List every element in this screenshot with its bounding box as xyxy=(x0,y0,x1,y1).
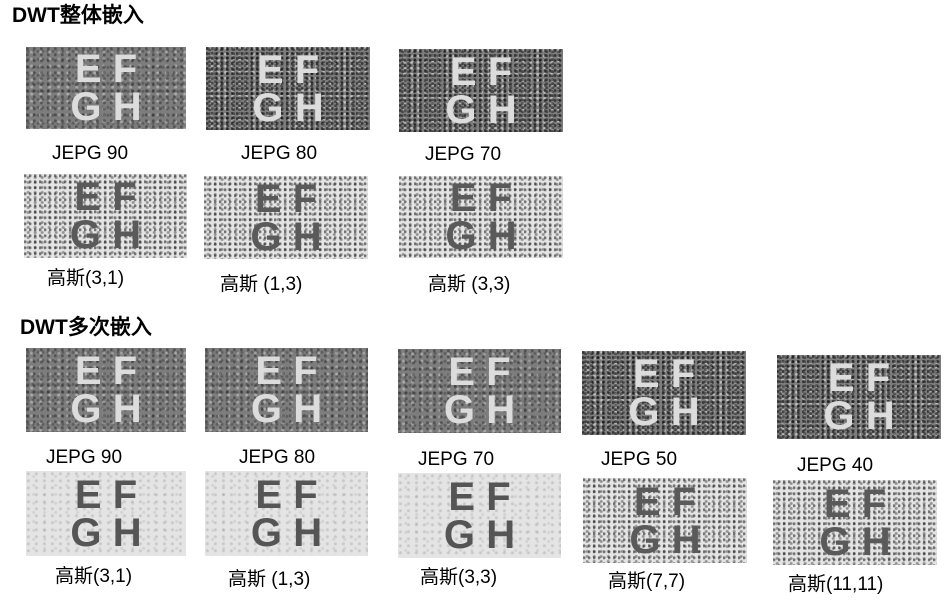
watermark-letters: EF GH xyxy=(250,176,333,259)
caption-gauss-3-1: 高斯(3,1) xyxy=(55,566,133,587)
watermark-image-gauss-3-3: EF GH xyxy=(398,473,561,558)
watermark-letters: EF GH xyxy=(819,481,902,564)
watermark-letters: EF GH xyxy=(70,472,153,555)
watermark-letters: EF GH xyxy=(628,352,711,434)
section-title-whole-embedding: DWT整体嵌入 xyxy=(12,4,144,27)
caption-gauss-1-3: 高斯 (1,3) xyxy=(220,274,303,295)
caption-jpeg-70: JEPG 70 xyxy=(425,144,502,165)
caption-jpeg-80: JEPG 80 xyxy=(241,143,318,164)
caption-jpeg-90: JEPG 90 xyxy=(46,447,123,468)
caption-gauss-7-7: 高斯(7,7) xyxy=(608,571,686,592)
watermark-letters: EF GH xyxy=(250,472,334,555)
watermark-letters: EF GH xyxy=(443,474,527,557)
watermark-image-jpeg-90: EF GH xyxy=(26,47,186,129)
caption-gauss-3-3: 高斯(3,3) xyxy=(420,567,498,588)
watermark-image-gauss-1-3: EF GH xyxy=(204,176,368,259)
watermark-image-jpeg-70: EF GH xyxy=(398,349,561,433)
section-title-multiple-embedding: DWT多次嵌入 xyxy=(20,316,152,339)
caption-gauss-3-3: 高斯 (3,3) xyxy=(428,274,511,295)
watermark-letters: EF GH xyxy=(252,47,335,130)
watermark-letters: EF GH xyxy=(69,175,153,257)
watermark-letters: EF GH xyxy=(250,349,334,431)
watermark-image-jpeg-70: EF GH xyxy=(399,49,563,132)
watermark-image-jpeg-80: EF GH xyxy=(205,348,368,432)
caption-jpeg-40: JEPG 40 xyxy=(797,455,874,476)
watermark-image-jpeg-80: EF GH xyxy=(206,47,370,130)
caption-gauss-1-3: 高斯 (1,3) xyxy=(228,569,311,590)
watermark-image-gauss-3-1: EF GH xyxy=(26,471,186,556)
watermark-image-jpeg-90: EF GH xyxy=(26,348,186,432)
watermark-letters: EF GH xyxy=(445,49,528,132)
watermark-image-gauss-11-11: EF GH xyxy=(773,480,937,565)
watermark-image-gauss-3-3: EF GH xyxy=(399,176,563,258)
watermark-letters: EF GH xyxy=(443,350,527,432)
watermark-letters: EF GH xyxy=(70,349,153,431)
watermark-letters: EF GH xyxy=(70,47,153,129)
caption-jpeg-80: JEPG 80 xyxy=(239,447,316,468)
caption-jpeg-50: JEPG 50 xyxy=(601,449,678,470)
caption-gauss-11-11: 高斯(11,11) xyxy=(788,574,884,595)
watermark-letters: EF GH xyxy=(823,356,906,438)
watermark-image-gauss-1-3: EF GH xyxy=(205,471,368,556)
watermark-image-gauss-7-7: EF GH xyxy=(583,478,747,563)
watermark-image-jpeg-40: EF GH xyxy=(777,355,941,439)
watermark-image-jpeg-50: EF GH xyxy=(582,351,746,435)
watermark-image-gauss-3-1: EF GH xyxy=(24,174,187,258)
caption-gauss-3-1: 高斯(3,1) xyxy=(47,268,125,289)
watermark-letters: EF GH xyxy=(445,176,528,258)
caption-jpeg-70: JEPG 70 xyxy=(418,449,495,470)
caption-jpeg-90: JEPG 90 xyxy=(52,143,129,164)
watermark-letters: EF GH xyxy=(629,479,712,562)
